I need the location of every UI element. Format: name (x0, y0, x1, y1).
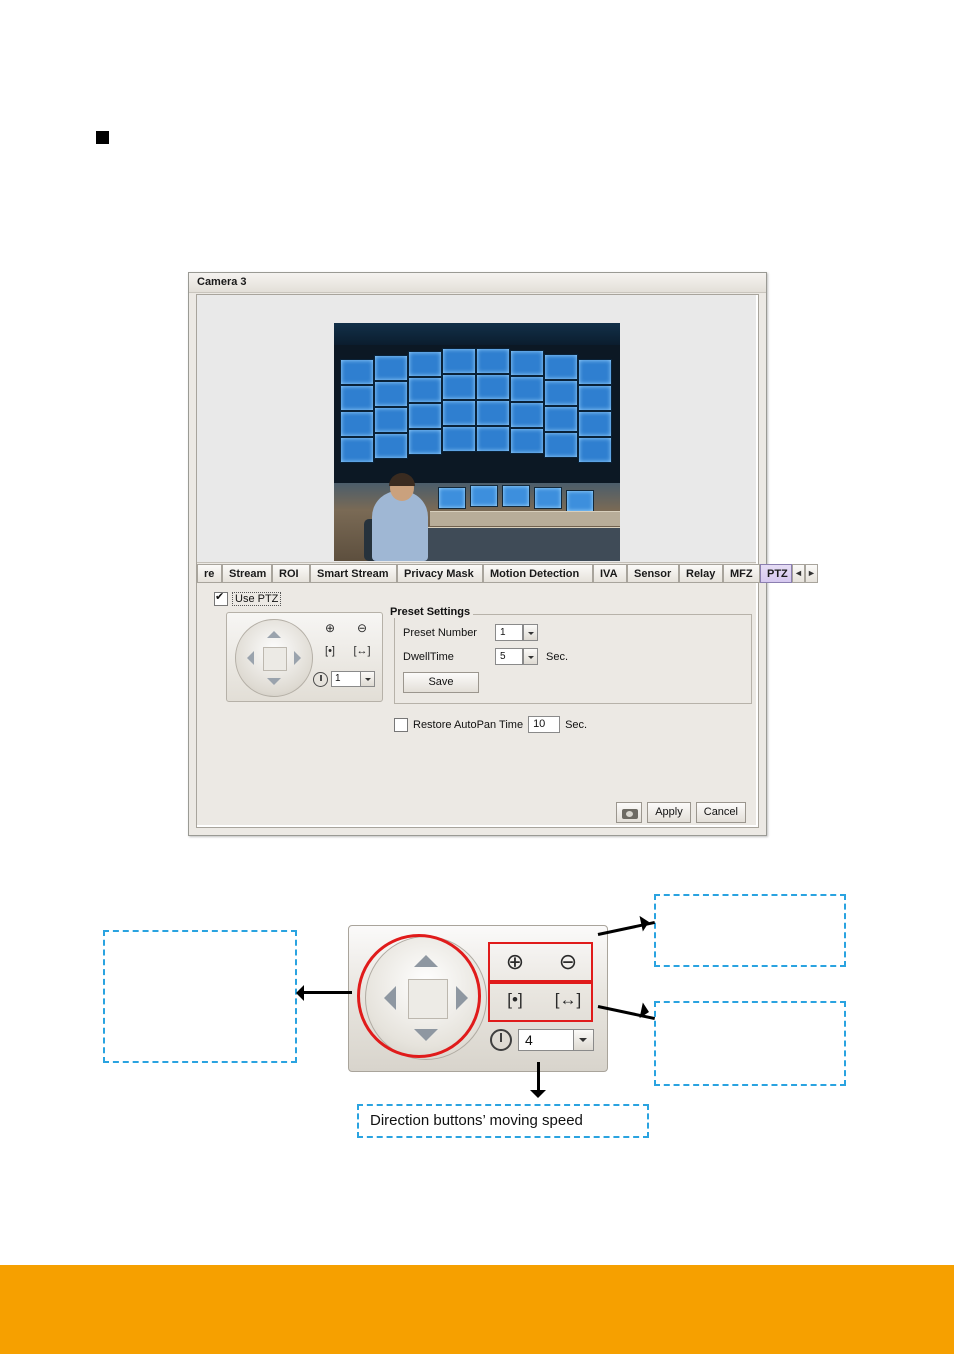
restore-autopan-input[interactable]: 10 (528, 716, 561, 733)
direction-pad[interactable] (235, 619, 313, 697)
window-titlebar: Camera 3 (189, 273, 766, 293)
restore-autopan-checkbox[interactable] (394, 717, 408, 732)
video-preview-area (197, 295, 756, 562)
arrow-head-bottom-right (639, 1002, 659, 1022)
tab-scroll-right-icon[interactable]: ► (805, 564, 818, 583)
preset-number-chevron-down-icon[interactable] (523, 624, 538, 641)
dwell-time-unit: Sec. (546, 651, 569, 663)
tab-motion-detection[interactable]: Motion Detection (483, 564, 593, 583)
diagram-focus-near-icon[interactable]: [•] (495, 990, 535, 1010)
window-body: re Stream ROI Smart Stream Privacy Mask … (196, 294, 818, 828)
cancel-button[interactable]: Cancel (695, 802, 746, 823)
diagram-speed-row[interactable]: 4 (490, 1029, 594, 1051)
diagram-zoom-out-icon[interactable]: ⊖ (548, 949, 588, 975)
tab-ptz[interactable]: PTZ (760, 564, 792, 583)
preset-number-label: Preset Number (403, 627, 477, 639)
restore-autopan-label: Restore AutoPan Time (413, 718, 524, 731)
pan-left-icon[interactable] (240, 651, 254, 665)
monitor-wall (334, 335, 620, 485)
arrow-head-top-right (639, 912, 659, 932)
snapshot-camera-icon[interactable] (616, 802, 643, 823)
pan-down-icon[interactable] (267, 678, 281, 692)
restore-autopan-row[interactable]: Restore AutoPan Time 10 Sec. (394, 716, 587, 733)
diagram-zoom-in-icon[interactable]: ⊕ (495, 949, 535, 975)
dialog-footer-buttons: Apply Cancel (616, 802, 746, 823)
chevron-down-icon[interactable] (360, 672, 374, 686)
tab-scroll-left-icon[interactable]: ◄ (792, 564, 805, 583)
camera-settings-window: Camera 3 re Stream ROI Smart Stream Priv… (188, 272, 818, 836)
page-footer-band (0, 1265, 954, 1354)
use-ptz-row[interactable]: Use PTZ (214, 590, 282, 606)
apply-button[interactable]: Apply (647, 802, 691, 823)
focus-near-icon[interactable]: [•] (319, 645, 341, 662)
speed-icon (313, 671, 328, 687)
focus-far-icon[interactable]: [↔] (351, 645, 373, 662)
use-ptz-label: Use PTZ (232, 592, 282, 606)
diagram-speed-icon (490, 1029, 512, 1051)
save-button[interactable]: Save (403, 672, 479, 693)
tab-relay[interactable]: Relay (679, 564, 723, 583)
tab-re[interactable]: re (197, 564, 222, 583)
pan-up-icon[interactable] (267, 624, 281, 638)
zoom-in-icon[interactable]: ⊕ (319, 621, 341, 638)
arrow-head-left (288, 985, 304, 1001)
use-ptz-checkbox[interactable] (214, 590, 228, 606)
diagram-focus-far-icon[interactable]: [↔] (548, 990, 588, 1010)
ptz-speed-value: 1 (335, 673, 341, 684)
tab-stream[interactable]: Stream (222, 564, 272, 583)
dwell-time-label: DwellTime (403, 651, 454, 663)
restore-autopan-unit: Sec. (565, 718, 588, 731)
callout-box-zoom (654, 894, 846, 967)
arrow-head-bottom (530, 1090, 546, 1106)
dwell-time-value[interactable]: 5 (495, 648, 523, 665)
preset-number-value[interactable]: 1 (495, 624, 523, 641)
section-bullet-marker (96, 131, 109, 144)
diagram-speed-select[interactable]: 4 (518, 1029, 594, 1051)
ptz-settings-panel: Use PTZ ⊕ ⊖ [•] [↔] 1 (197, 584, 756, 825)
callout-box-direction (103, 930, 297, 1063)
tab-sensor[interactable]: Sensor (627, 564, 679, 583)
callout-box-focus (654, 1001, 846, 1086)
dwell-time-chevron-down-icon[interactable] (523, 648, 538, 665)
tab-roi[interactable]: ROI (272, 564, 310, 583)
tab-mfz[interactable]: MFZ (723, 564, 760, 583)
callout-text-speed: Direction buttons’ moving speed (370, 1112, 583, 1129)
highlight-circle-direction (357, 934, 481, 1058)
diagram-chevron-down-icon[interactable] (573, 1030, 593, 1050)
ptz-control-pad[interactable]: ⊕ ⊖ [•] [↔] 1 (226, 612, 383, 702)
settings-tabs: re Stream ROI Smart Stream Privacy Mask … (197, 562, 818, 585)
tab-privacy-mask[interactable]: Privacy Mask (397, 564, 483, 583)
ptz-speed-row[interactable]: 1 (313, 671, 375, 687)
diagram-speed-value: 4 (525, 1032, 533, 1048)
preset-settings-title: Preset Settings (387, 606, 474, 618)
window-title: Camera 3 (197, 276, 247, 288)
pan-home-button[interactable] (263, 647, 287, 671)
zoom-out-icon[interactable]: ⊖ (351, 621, 373, 638)
tab-smart-stream[interactable]: Smart Stream (310, 564, 397, 583)
pan-right-icon[interactable] (294, 651, 308, 665)
live-video-image (334, 323, 620, 561)
operator (372, 491, 428, 561)
ptz-speed-select[interactable]: 1 (331, 671, 375, 687)
tab-iva[interactable]: IVA (593, 564, 627, 583)
arrow-line-left (304, 991, 352, 994)
